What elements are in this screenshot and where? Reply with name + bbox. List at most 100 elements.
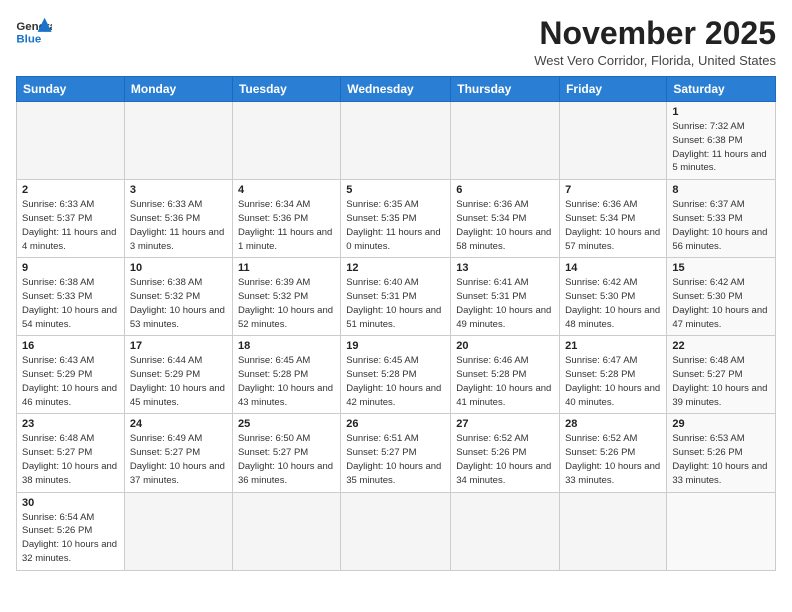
table-row: 2 Sunrise: 6:33 AM Sunset: 5:37 PM Daylig… (17, 180, 125, 258)
day-info: Sunrise: 6:33 AM Sunset: 5:37 PM Dayligh… (22, 198, 119, 253)
col-monday: Monday (124, 77, 232, 102)
day-number: 10 (130, 262, 227, 274)
table-row: 1 Sunrise: 7:32 AM Sunset: 6:38 PM Daylig… (667, 102, 776, 180)
day-info: Sunrise: 6:43 AM Sunset: 5:29 PM Dayligh… (22, 354, 119, 409)
calendar: Sunday Monday Tuesday Wednesday Thursday… (16, 76, 776, 570)
day-number: 5 (346, 184, 445, 196)
table-row: 30Sunrise: 6:54 AM Sunset: 5:26 PM Dayli… (17, 492, 125, 570)
table-row: 4Sunrise: 6:34 AM Sunset: 5:36 PM Daylig… (232, 180, 340, 258)
day-info: Sunrise: 6:35 AM Sunset: 5:35 PM Dayligh… (346, 198, 445, 253)
table-row: 22Sunrise: 6:48 AM Sunset: 5:27 PM Dayli… (667, 336, 776, 414)
table-row: 6 Sunrise: 6:36 AM Sunset: 5:34 PM Daylig… (451, 180, 560, 258)
title-block: November 2025 West Vero Corridor, Florid… (534, 16, 776, 68)
day-number: 9 (22, 262, 119, 274)
day-number: 6 (456, 184, 554, 196)
day-number: 1 (672, 106, 770, 118)
day-number: 24 (130, 418, 227, 430)
day-info: Sunrise: 6:37 AM Sunset: 5:33 PM Dayligh… (672, 198, 770, 253)
calendar-header-row: Sunday Monday Tuesday Wednesday Thursday… (17, 77, 776, 102)
day-number: 18 (238, 340, 335, 352)
day-info: Sunrise: 6:42 AM Sunset: 5:30 PM Dayligh… (565, 276, 661, 331)
day-info: Sunrise: 6:50 AM Sunset: 5:27 PM Dayligh… (238, 432, 335, 487)
day-info: Sunrise: 6:34 AM Sunset: 5:36 PM Dayligh… (238, 198, 335, 253)
logo-icon: General Blue (16, 16, 52, 46)
table-row: 7 Sunrise: 6:36 AM Sunset: 5:34 PM Daylig… (560, 180, 667, 258)
day-info: Sunrise: 6:36 AM Sunset: 5:34 PM Dayligh… (456, 198, 554, 253)
table-row: 14 Sunrise: 6:42 AM Sunset: 5:30 PM Dayli… (560, 258, 667, 336)
day-number: 19 (346, 340, 445, 352)
day-info: Sunrise: 6:53 AM Sunset: 5:26 PM Dayligh… (672, 432, 770, 487)
calendar-week-0: 1 Sunrise: 7:32 AM Sunset: 6:38 PM Daylig… (17, 102, 776, 180)
day-number: 28 (565, 418, 661, 430)
day-info: Sunrise: 6:51 AM Sunset: 5:27 PM Dayligh… (346, 432, 445, 487)
col-friday: Friday (560, 77, 667, 102)
day-info: Sunrise: 6:40 AM Sunset: 5:31 PM Dayligh… (346, 276, 445, 331)
table-row: 24 Sunrise: 6:49 AM Sunset: 5:27 PM Dayli… (124, 414, 232, 492)
page: General Blue November 2025 West Vero Cor… (0, 0, 792, 581)
logo: General Blue (16, 16, 52, 46)
table-row (341, 492, 451, 570)
table-row: 15Sunrise: 6:42 AM Sunset: 5:30 PM Dayli… (667, 258, 776, 336)
day-info: Sunrise: 6:45 AM Sunset: 5:28 PM Dayligh… (238, 354, 335, 409)
col-sunday: Sunday (17, 77, 125, 102)
day-number: 29 (672, 418, 770, 430)
day-info: Sunrise: 6:52 AM Sunset: 5:26 PM Dayligh… (565, 432, 661, 487)
day-number: 3 (130, 184, 227, 196)
table-row (232, 102, 340, 180)
table-row: 12 Sunrise: 6:40 AM Sunset: 5:31 PM Dayli… (341, 258, 451, 336)
table-row: 13Sunrise: 6:41 AM Sunset: 5:31 PM Dayli… (451, 258, 560, 336)
day-info: Sunrise: 6:36 AM Sunset: 5:34 PM Dayligh… (565, 198, 661, 253)
day-info: Sunrise: 6:38 AM Sunset: 5:33 PM Dayligh… (22, 276, 119, 331)
day-number: 26 (346, 418, 445, 430)
day-number: 7 (565, 184, 661, 196)
day-number: 16 (22, 340, 119, 352)
day-number: 13 (456, 262, 554, 274)
table-row: 21 Sunrise: 6:47 AM Sunset: 5:28 PM Dayli… (560, 336, 667, 414)
table-row: 11 Sunrise: 6:39 AM Sunset: 5:32 PM Dayli… (232, 258, 340, 336)
table-row (560, 102, 667, 180)
table-row: 27Sunrise: 6:52 AM Sunset: 5:26 PM Dayli… (451, 414, 560, 492)
table-row: 26 Sunrise: 6:51 AM Sunset: 5:27 PM Dayli… (341, 414, 451, 492)
table-row: 8Sunrise: 6:37 AM Sunset: 5:33 PM Daylig… (667, 180, 776, 258)
day-info: Sunrise: 6:48 AM Sunset: 5:27 PM Dayligh… (672, 354, 770, 409)
col-wednesday: Wednesday (341, 77, 451, 102)
table-row: 25Sunrise: 6:50 AM Sunset: 5:27 PM Dayli… (232, 414, 340, 492)
day-number: 17 (130, 340, 227, 352)
calendar-week-5: 30Sunrise: 6:54 AM Sunset: 5:26 PM Dayli… (17, 492, 776, 570)
day-info: Sunrise: 6:52 AM Sunset: 5:26 PM Dayligh… (456, 432, 554, 487)
day-info: Sunrise: 6:46 AM Sunset: 5:28 PM Dayligh… (456, 354, 554, 409)
day-number: 21 (565, 340, 661, 352)
day-info: Sunrise: 6:39 AM Sunset: 5:32 PM Dayligh… (238, 276, 335, 331)
table-row (124, 492, 232, 570)
day-info: Sunrise: 6:49 AM Sunset: 5:27 PM Dayligh… (130, 432, 227, 487)
svg-text:Blue: Blue (16, 33, 41, 45)
table-row (124, 102, 232, 180)
day-number: 2 (22, 184, 119, 196)
day-number: 14 (565, 262, 661, 274)
table-row (560, 492, 667, 570)
day-info: Sunrise: 6:42 AM Sunset: 5:30 PM Dayligh… (672, 276, 770, 331)
day-info: Sunrise: 6:48 AM Sunset: 5:27 PM Dayligh… (22, 432, 119, 487)
day-info: Sunrise: 7:32 AM Sunset: 6:38 PM Dayligh… (672, 120, 770, 175)
calendar-week-4: 23Sunrise: 6:48 AM Sunset: 5:27 PM Dayli… (17, 414, 776, 492)
day-info: Sunrise: 6:47 AM Sunset: 5:28 PM Dayligh… (565, 354, 661, 409)
table-row (667, 492, 776, 570)
day-number: 12 (346, 262, 445, 274)
table-row: 29 Sunrise: 6:53 AM Sunset: 5:26 PM Dayli… (667, 414, 776, 492)
table-row: 16 Sunrise: 6:43 AM Sunset: 5:29 PM Dayli… (17, 336, 125, 414)
table-row: 10Sunrise: 6:38 AM Sunset: 5:32 PM Dayli… (124, 258, 232, 336)
calendar-week-2: 9 Sunrise: 6:38 AM Sunset: 5:33 PM Daylig… (17, 258, 776, 336)
day-info: Sunrise: 6:33 AM Sunset: 5:36 PM Dayligh… (130, 198, 227, 253)
table-row (232, 492, 340, 570)
table-row: 19Sunrise: 6:45 AM Sunset: 5:28 PM Dayli… (341, 336, 451, 414)
table-row: 3 Sunrise: 6:33 AM Sunset: 5:36 PM Daylig… (124, 180, 232, 258)
day-number: 11 (238, 262, 335, 274)
table-row: 9 Sunrise: 6:38 AM Sunset: 5:33 PM Daylig… (17, 258, 125, 336)
col-tuesday: Tuesday (232, 77, 340, 102)
month-title: November 2025 (534, 16, 776, 51)
col-thursday: Thursday (451, 77, 560, 102)
table-row: 23Sunrise: 6:48 AM Sunset: 5:27 PM Dayli… (17, 414, 125, 492)
table-row (341, 102, 451, 180)
table-row: 5 Sunrise: 6:35 AM Sunset: 5:35 PM Daylig… (341, 180, 451, 258)
day-number: 30 (22, 497, 119, 509)
